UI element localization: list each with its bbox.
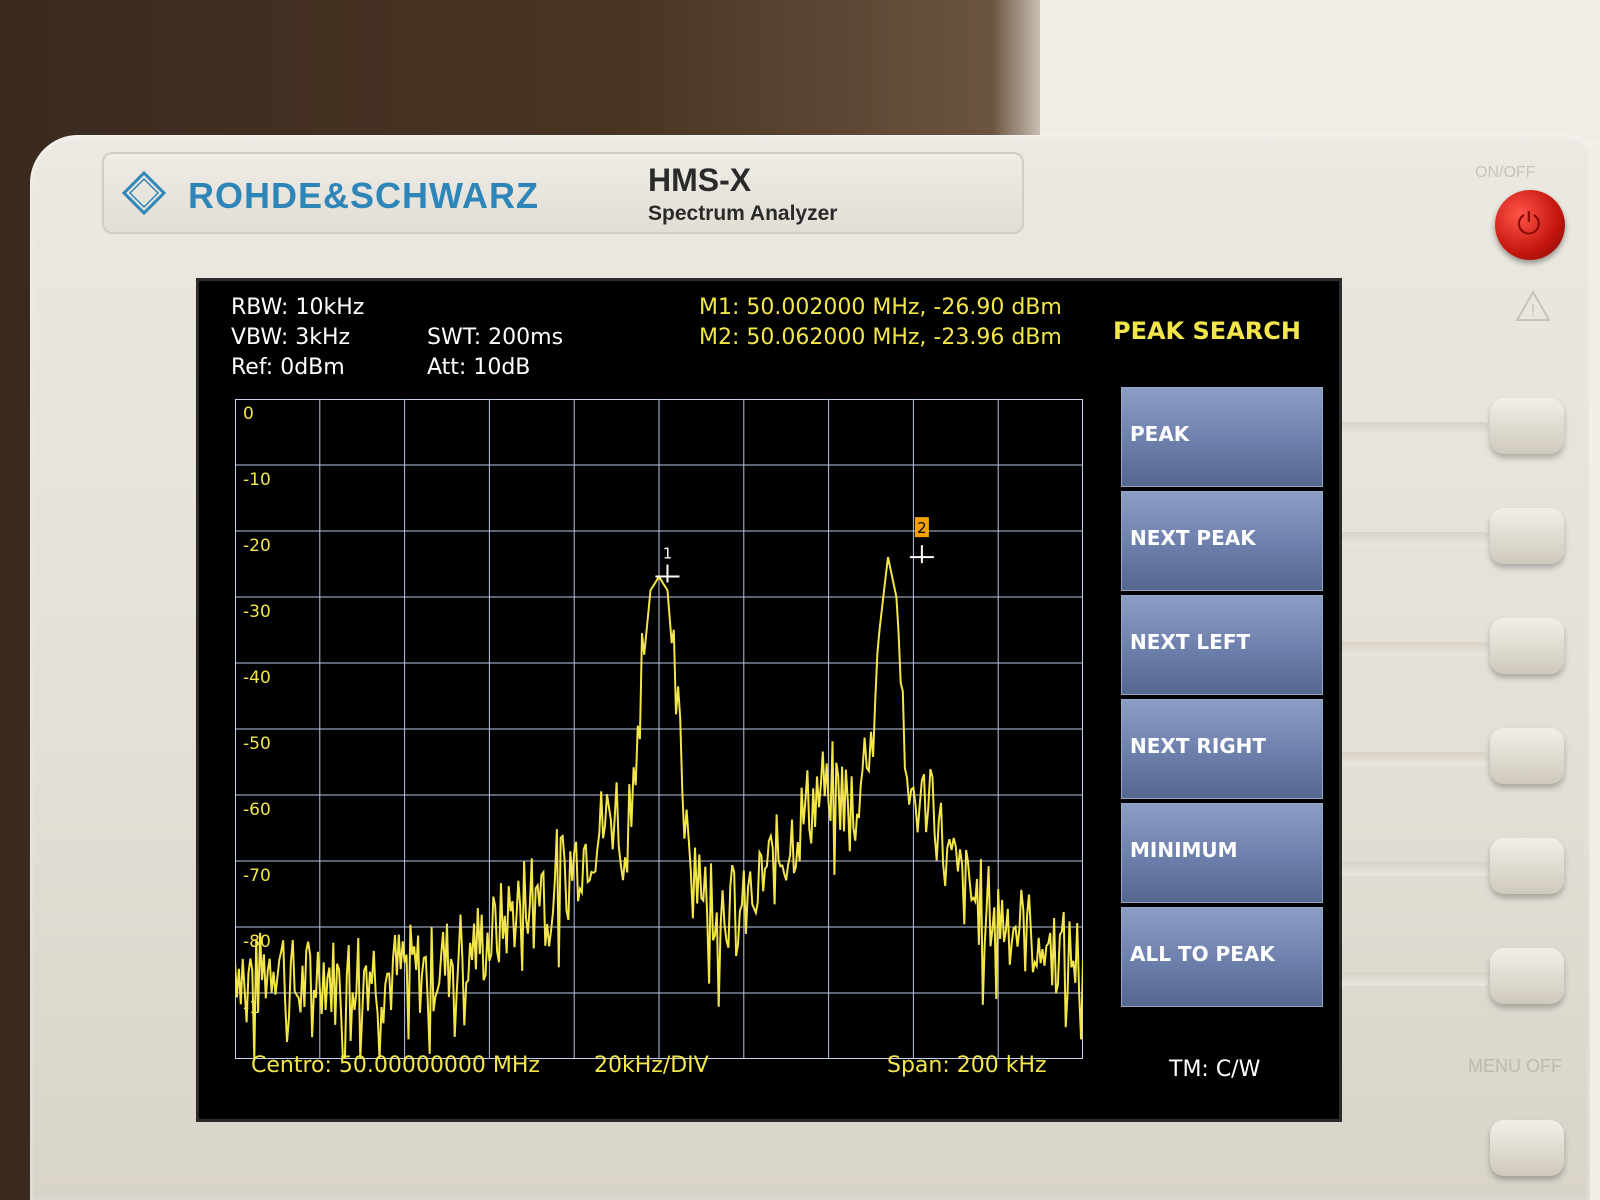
y-tick-label: -20 [243,536,271,556]
menu-title: PEAK SEARCH [1113,317,1301,345]
softkey-label: NEXT RIGHT [1130,734,1267,758]
hardware-key-2[interactable] [1490,508,1564,564]
y-tick-label: -30 [243,602,271,622]
span-readout: Span: 200 kHz [887,1053,1047,1078]
trace-mode-readout: TM: C/W [1169,1057,1261,1082]
menu-off-label: MENU OFF [1468,1056,1562,1076]
softkey-label: NEXT PEAK [1130,526,1256,550]
spectrum-plot: 0-10-20-30-40-50-60-70-80-1 12 [235,399,1083,1059]
swt-readout: SWT: 200ms [427,325,564,350]
menu-off-key[interactable] [1490,1120,1564,1176]
power-icon: ⏻ [1517,207,1541,242]
softkey-label: ALL TO PEAK [1130,942,1275,966]
model-description: Spectrum Analyzer [648,202,838,225]
key-rib [1328,642,1488,656]
marker2-readout: M2: 50.062000 MHz, -23.96 dBm [699,325,1062,350]
ref-readout: Ref: 0dBm [231,355,345,380]
key-rib [1328,532,1488,546]
warning-icon: ! [1515,290,1551,321]
softkey-next-peak[interactable]: NEXT PEAK [1121,491,1323,591]
y-tick-label: -70 [243,866,271,886]
hardware-key-6[interactable] [1490,948,1564,1004]
marker1-readout: M1: 50.002000 MHz, -26.90 dBm [699,295,1062,320]
svg-text:!: ! [1530,301,1536,320]
y-tick-label: -10 [243,470,271,490]
y-tick-label: -60 [243,800,271,820]
brand-name: ROHDE&SCHWARZ [188,175,539,216]
softkey-label: NEXT LEFT [1130,630,1251,654]
wall [1040,0,1600,140]
center-frequency: Centro: 50.00000000 MHz [251,1053,540,1078]
vbw-readout: VBW: 3kHz [231,325,351,350]
softkey-all-to-peak[interactable]: ALL TO PEAK [1121,907,1323,1007]
softkey-next-right[interactable]: NEXT RIGHT [1121,699,1323,799]
hardware-key-3[interactable] [1490,618,1564,674]
y-tick-label: -40 [243,668,271,688]
analyzer-screen: RBW: 10kHz VBW: 3kHz Ref: 0dBm SWT: 200m… [196,278,1342,1122]
hardware-key-5[interactable] [1490,838,1564,894]
key-rib [1328,752,1488,766]
y-tick-label: -50 [243,734,271,754]
hardware-key-4[interactable] [1490,728,1564,784]
marker-label: 1 [663,545,673,563]
key-rib [1328,422,1488,436]
softkey-peak[interactable]: PEAK [1121,387,1323,487]
softkey-next-left[interactable]: NEXT LEFT [1121,595,1323,695]
marker-label: 2 [917,519,927,537]
softkey-minimum[interactable]: MINIMUM [1121,803,1323,903]
softkey-label: PEAK [1130,422,1190,446]
rs-logo-icon [122,171,166,215]
div-readout: 20kHz/DIV [594,1053,709,1078]
key-rib [1328,862,1488,876]
hardware-key-1[interactable] [1490,398,1564,454]
y-tick-label: 0 [243,404,254,424]
power-label: ON/OFF [1475,164,1536,181]
softkey-label: MINIMUM [1130,838,1238,862]
model-name: HMS-X [648,162,752,198]
key-rib [1328,972,1488,986]
att-readout: Att: 10dB [427,355,531,380]
rbw-readout: RBW: 10kHz [231,295,365,320]
